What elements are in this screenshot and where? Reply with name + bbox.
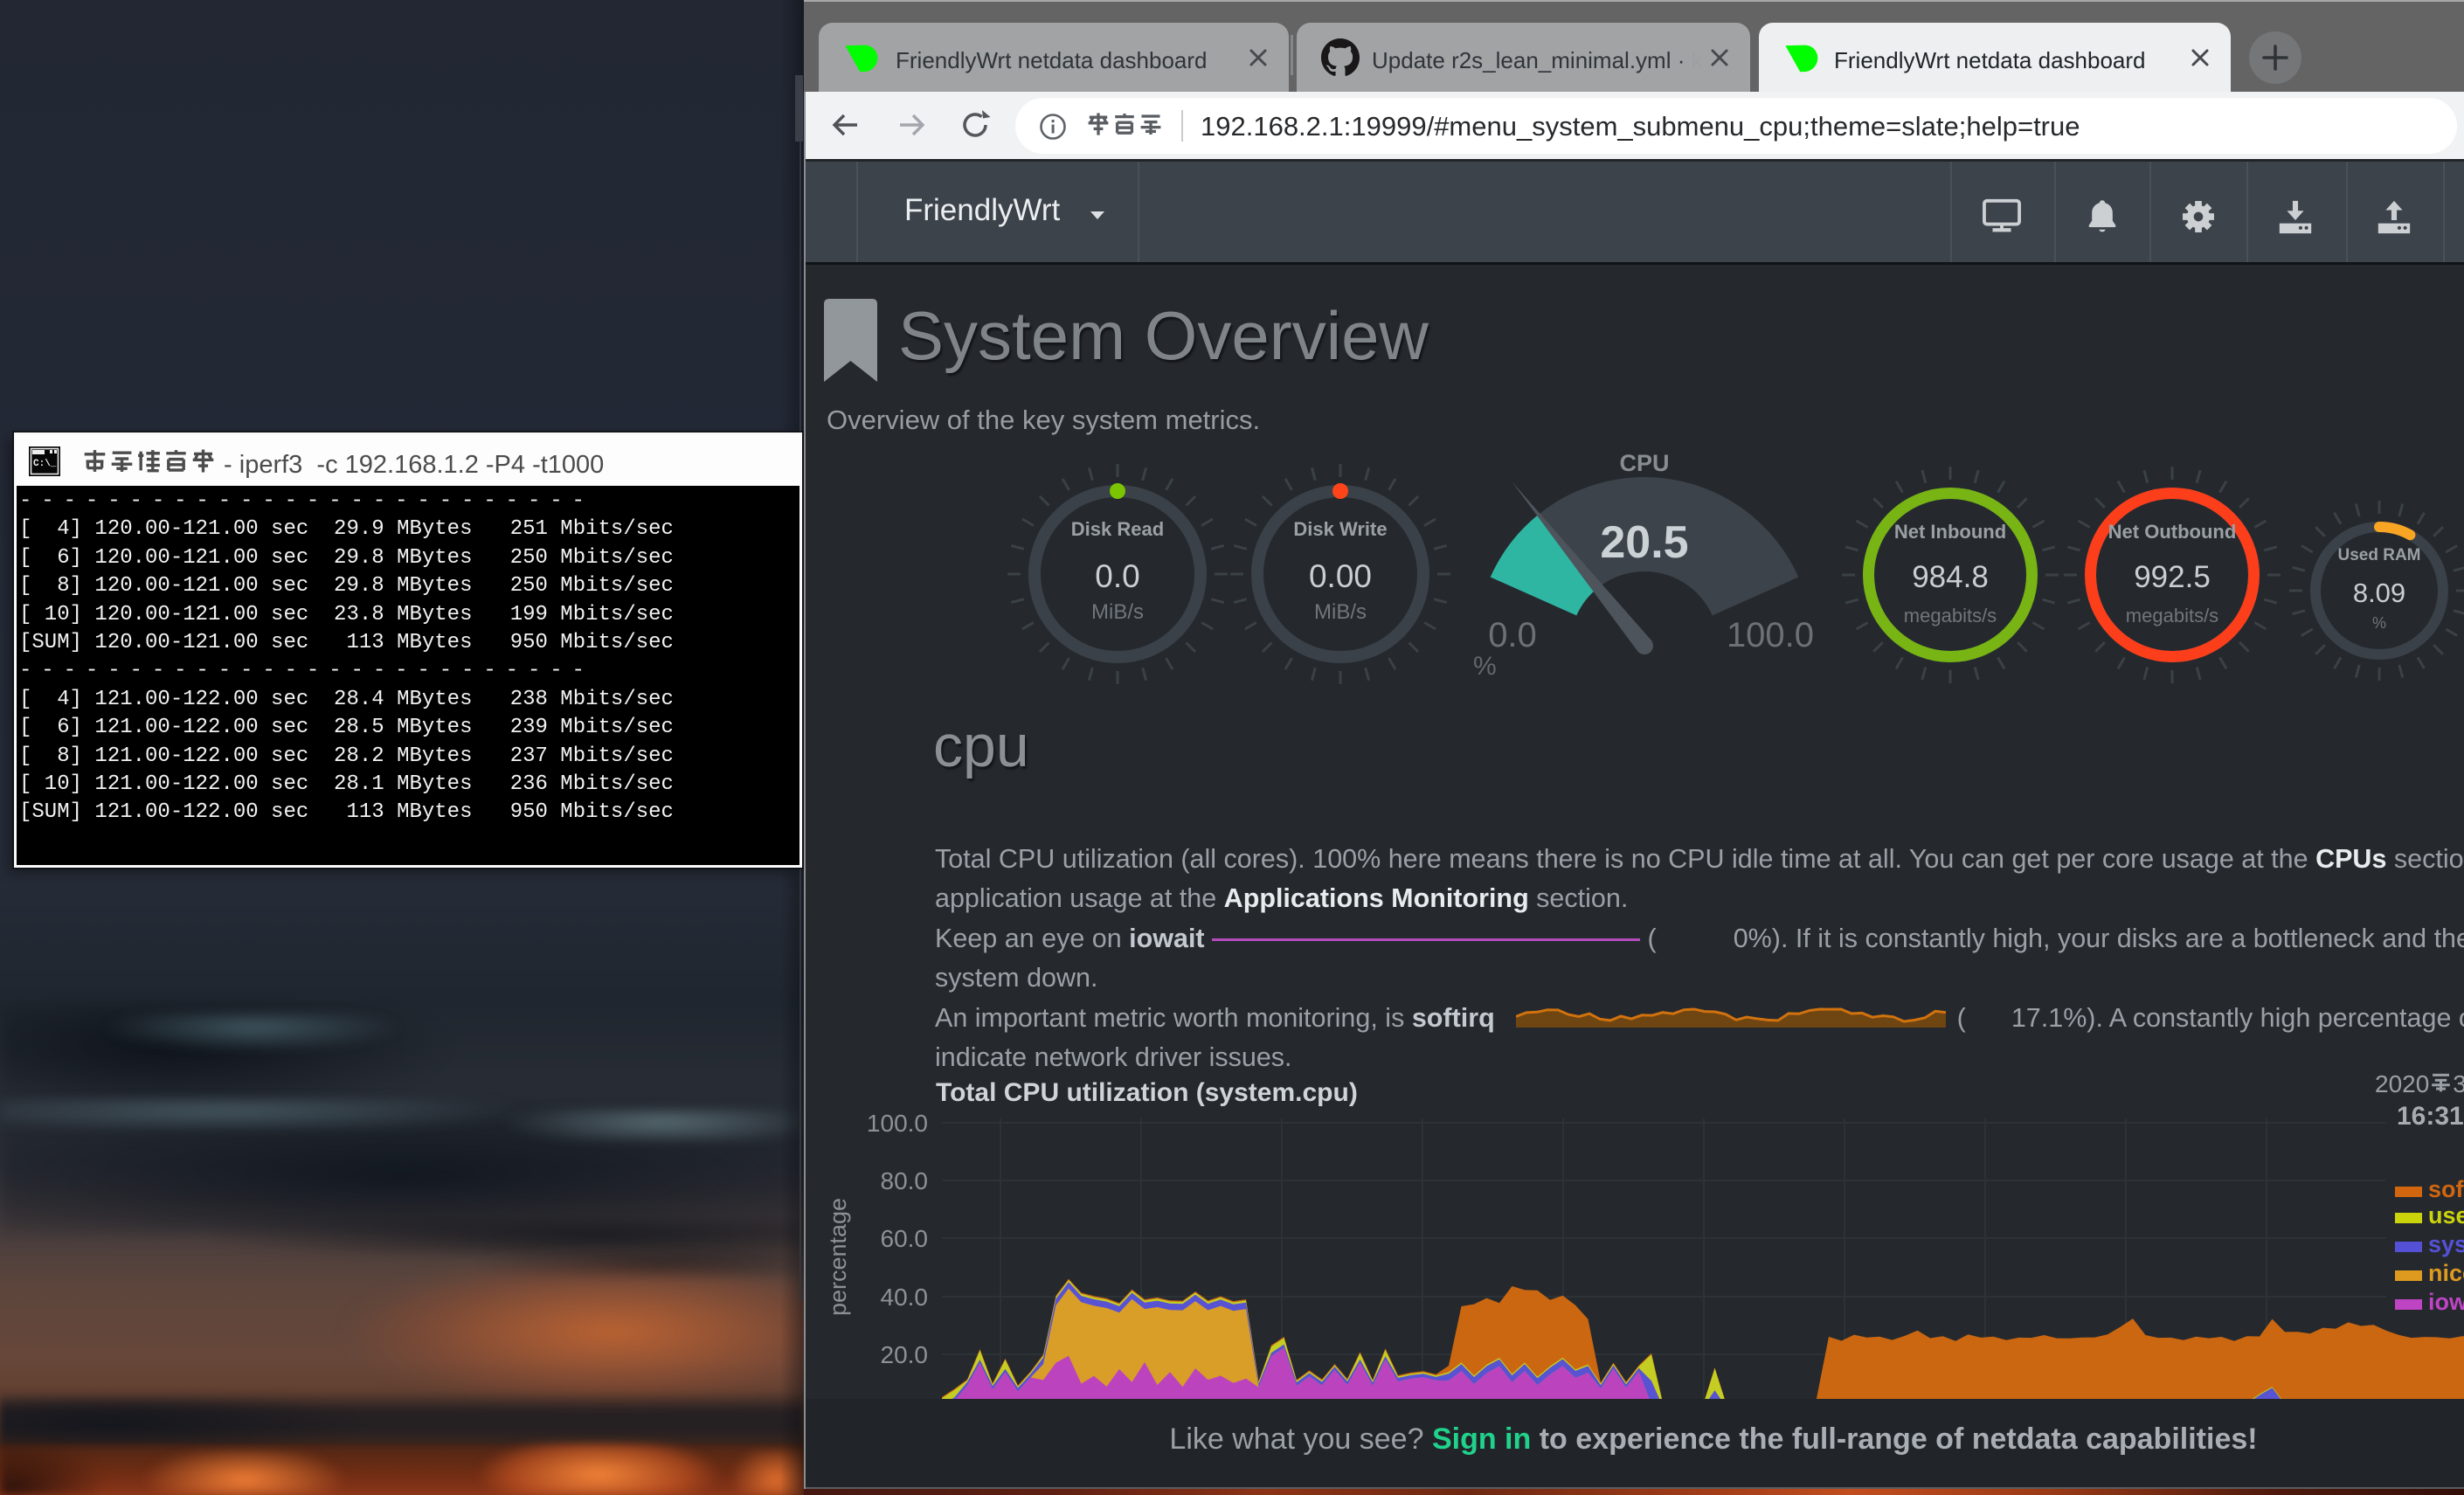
- svg-text:C:\_: C:\_: [33, 459, 57, 469]
